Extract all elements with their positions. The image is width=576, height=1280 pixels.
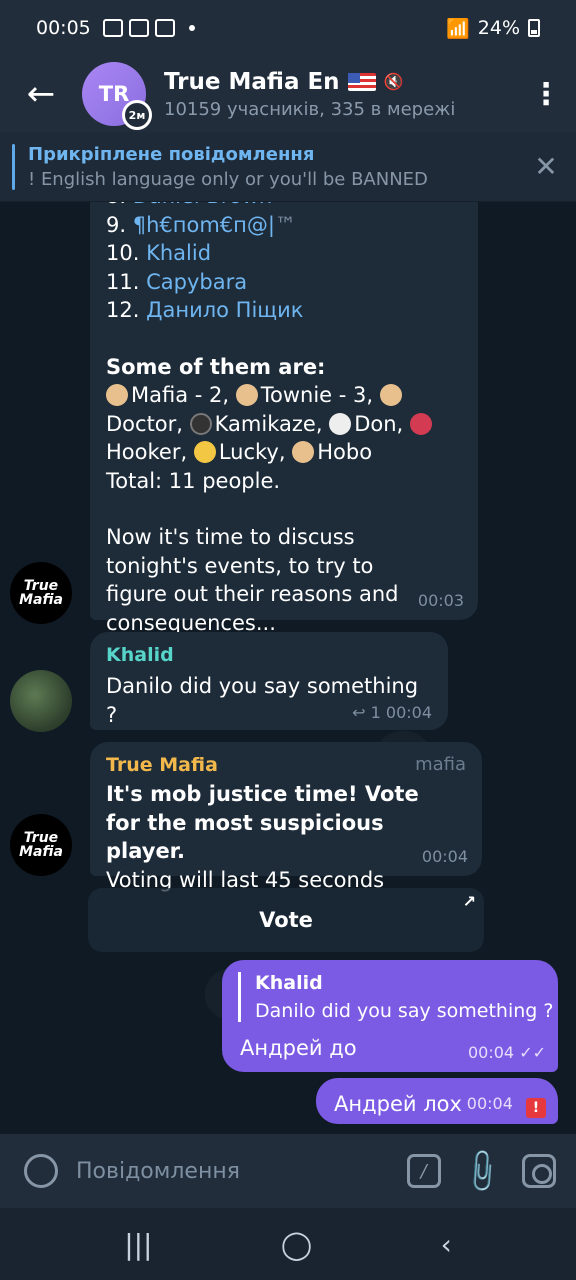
close-pinned-button[interactable]: ✕ <box>516 150 576 183</box>
sender-name[interactable]: True Mafia <box>106 754 466 776</box>
townie-emoji-icon <box>235 384 258 406</box>
open-link-arrow-icon: ↗ <box>462 892 476 911</box>
hobo-emoji-icon <box>292 441 315 463</box>
recent-apps-button[interactable]: ||| <box>124 1228 152 1261</box>
outgoing-failed-bubble[interactable]: Андрей лох 00:04 ! <box>316 1078 558 1124</box>
don-emoji-icon <box>329 412 352 435</box>
message-time: 00:04 <box>467 1043 515 1062</box>
system-navigation-bar: ||| ◯ ‹ <box>0 1208 576 1280</box>
app-icon <box>128 19 149 37</box>
player-link[interactable]: Capybara <box>146 270 247 294</box>
more-notifications-icon <box>188 25 195 31</box>
sender-name[interactable]: Khalid <box>106 644 432 666</box>
status-bar: 00:05 📶 24% <box>0 0 576 56</box>
more-vert-icon: ⋮ <box>531 76 561 112</box>
quoted-text: Danilo did you say something ? <box>255 1000 554 1022</box>
pinned-title: Прикріплене повідомлення <box>28 143 315 165</box>
player-link[interactable]: Khalid <box>146 241 211 265</box>
player-link[interactable]: Данило Піщик <box>146 298 303 322</box>
message-input[interactable] <box>76 1158 407 1184</box>
player-link[interactable]: Daniel Brown <box>133 202 273 208</box>
double-check-icon: ✓✓ <box>519 1043 546 1062</box>
more-options-button[interactable]: ⋮ <box>516 77 576 112</box>
reply-count[interactable]: ↩ 1 00:04 <box>352 703 432 722</box>
quoted-sender: Khalid <box>255 972 323 994</box>
message-time: 00:04 <box>421 847 468 866</box>
message-composer: / 📎 <box>0 1134 576 1208</box>
mafia-emoji-icon <box>106 384 128 406</box>
emoji-button[interactable] <box>24 1154 58 1188</box>
vote-prompt: It's mob justice time! Vote for the most… <box>106 782 419 863</box>
home-button[interactable]: ◯ <box>281 1228 312 1261</box>
wifi-icon: 📶 <box>446 17 470 40</box>
instagram-icon <box>154 19 175 37</box>
message-bubble-khalid[interactable]: Khalid Danilo did you say something ? ↩ … <box>90 632 448 730</box>
back-button[interactable]: ← <box>0 56 82 132</box>
reply-icon: ↩ <box>352 703 366 722</box>
system-icons: 📶 24% <box>446 17 540 40</box>
send-error-icon[interactable]: ! <box>526 1098 546 1118</box>
system-back-button[interactable]: ‹ <box>441 1228 452 1261</box>
pinned-message-bar[interactable]: Прикріплене повідомлення ! English langu… <box>0 132 576 202</box>
close-icon: ✕ <box>534 150 558 183</box>
sender-avatar-true-mafia[interactable]: True Mafia <box>10 814 72 876</box>
reply-quote[interactable]: Khalid Danilo did you say something ? <box>238 972 554 1022</box>
total-text: Total: 11 people. <box>106 468 281 493</box>
outgoing-reply-bubble[interactable]: Khalid Danilo did you say something ? Ан… <box>222 960 558 1072</box>
gallery-icon <box>102 19 123 37</box>
roles-heading: Some of them are: <box>106 354 326 379</box>
fingers-crossed-emoji-icon <box>193 441 216 463</box>
autodelete-timer-badge: 2м <box>122 100 152 130</box>
message-time: 00:04 <box>466 1094 513 1113</box>
chat-title-block[interactable]: True Mafia En 🔇 10159 учасників, 335 в м… <box>164 69 516 120</box>
message-time: 00:03 <box>417 591 464 610</box>
pinned-indicator <box>12 143 15 190</box>
message-text: Андрей до <box>240 1036 357 1060</box>
arrow-left-icon: ← <box>26 74 56 114</box>
message-text: Андрей лох <box>334 1092 462 1116</box>
attach-button[interactable]: 📎 <box>456 1145 507 1196</box>
message-bubble-game-status[interactable]: 8. Daniel Brown 9. ¶h€пom€п@|™ 10. Khali… <box>90 202 478 635</box>
camera-button[interactable] <box>522 1154 556 1188</box>
doctor-emoji-icon <box>379 384 402 406</box>
sender-avatar-khalid[interactable] <box>10 670 72 732</box>
chat-avatar[interactable]: TR 2м <box>82 62 152 130</box>
us-flag-icon <box>347 72 376 91</box>
chat-title: True Mafia En <box>164 68 340 95</box>
message-bubble-vote[interactable]: True Mafia mafia It's mob justice time! … <box>90 742 482 892</box>
pinned-text: ! English language only or you'll be BAN… <box>28 168 428 190</box>
muted-icon: 🔇 <box>383 72 404 91</box>
message-list[interactable]: 8. Daniel Brown 9. ¶h€пom€п@|™ 10. Khali… <box>0 202 576 1134</box>
chat-subtitle: 10159 учасників, 335 в мережі <box>164 98 456 120</box>
sender-tag: mafia <box>415 754 466 775</box>
bomb-emoji-icon <box>189 412 212 435</box>
bot-commands-button[interactable]: / <box>406 1154 441 1188</box>
dancer-emoji-icon <box>409 412 432 435</box>
player-link[interactable]: ¶h€пom€п@| <box>133 213 275 237</box>
battery-icon <box>528 19 540 37</box>
chat-header: ← TR 2м True Mafia En 🔇 10159 учасників,… <box>0 56 576 132</box>
status-time: 00:05 <box>36 17 91 39</box>
battery-level: 24% <box>477 17 520 39</box>
vote-button[interactable]: Vote ↗ <box>88 888 484 952</box>
sender-avatar-true-mafia[interactable]: True Mafia <box>10 562 72 624</box>
notification-icons <box>102 19 195 37</box>
message-text: Now it's time to discuss tonight's event… <box>106 525 399 635</box>
